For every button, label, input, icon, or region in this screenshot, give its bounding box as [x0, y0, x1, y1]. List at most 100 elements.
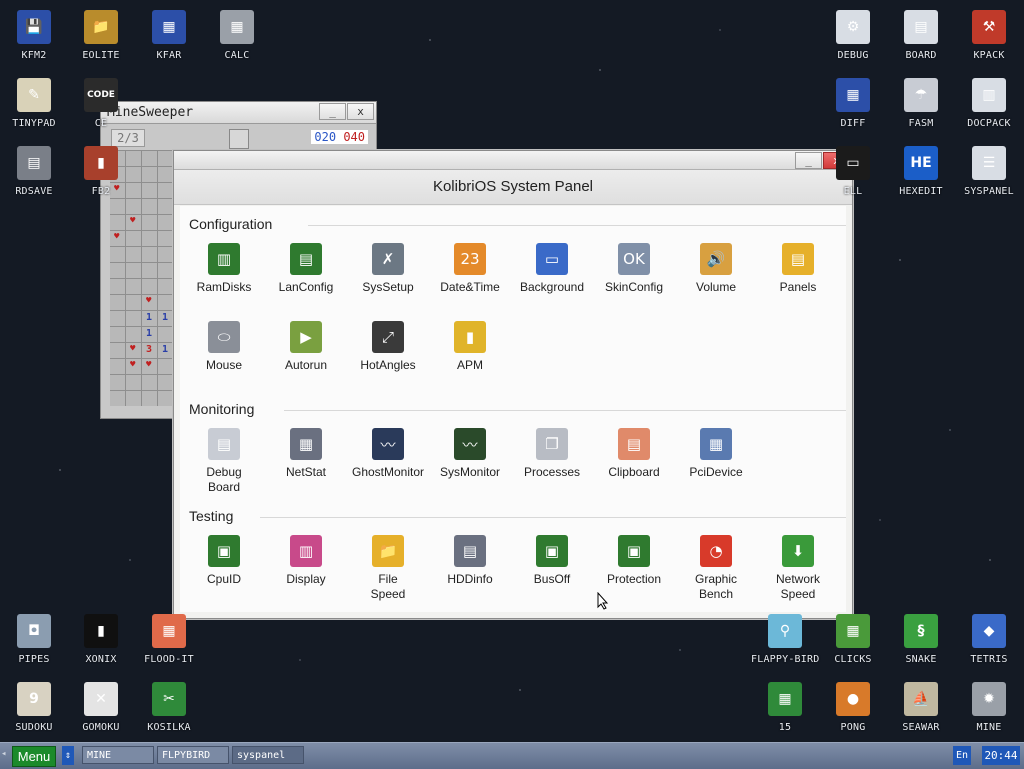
desktop-icon-ell[interactable]: ▭ ELL	[819, 146, 887, 197]
desktop-icon-flood-it[interactable]: ▦ FLOOD-IT	[135, 614, 203, 665]
desktop-icon-fasm[interactable]: ☂ FASM	[887, 78, 955, 129]
new-game-button[interactable]	[229, 129, 249, 149]
desktop-icon-label: KFAR	[156, 50, 182, 61]
desktop-icon-sudoku[interactable]: 9 SUDOKU	[0, 682, 68, 733]
menu-button[interactable]: Menu	[12, 746, 56, 767]
minimize-button[interactable]: _	[795, 152, 822, 169]
desktop-icon-rdsave[interactable]: ▤ RDSAVE	[0, 146, 68, 197]
app-file-speed[interactable]: 📁 File Speed	[347, 535, 429, 602]
app-network-speed[interactable]: ⬇ Network Speed	[757, 535, 839, 602]
debug-board-icon: ▤	[208, 428, 240, 460]
app-processes[interactable]: ❐ Processes	[511, 428, 593, 480]
task-syspanel[interactable]: syspanel	[232, 746, 304, 764]
language-indicator[interactable]: En	[953, 746, 971, 765]
ramdisks-icon: ▥	[208, 243, 240, 275]
desktop-icon-diff[interactable]: ▦ DIFF	[819, 78, 887, 129]
desktop-icon-ce[interactable]: CODE CE	[67, 78, 135, 129]
app-protection[interactable]: ▣ Protection	[593, 535, 675, 587]
desktop-icon-eolite[interactable]: 📁 EOLITE	[67, 10, 135, 61]
desktop-icon-docpack[interactable]: ▥ DOCPACK	[955, 78, 1023, 129]
app-lanconfig[interactable]: ▤ LanConfig	[265, 243, 347, 295]
desktop-icon-tetris[interactable]: ◆ TETRIS	[955, 614, 1023, 665]
desktop-icon-snake[interactable]: § SNAKE	[887, 614, 955, 665]
desktop-icon-kfm2[interactable]: 💾 KFM2	[0, 10, 68, 61]
desktop-icon-debug[interactable]: ⚙ DEBUG	[819, 10, 887, 61]
kfm2-icon: 💾	[17, 10, 51, 44]
desktop-icon-label: KOSILKA	[147, 722, 191, 733]
desktop-icon-label: CE	[94, 118, 108, 129]
desktop-icon-15[interactable]: ▦ 15	[751, 682, 819, 733]
app-sysmonitor[interactable]: 〰 SysMonitor	[429, 428, 511, 480]
system-panel-titlebar[interactable]: _ x	[174, 151, 852, 170]
app-skinconfig[interactable]: OK SkinConfig	[593, 243, 675, 295]
system-panel-window[interactable]: _ x KolibriOS System Panel Configuration…	[173, 150, 853, 619]
app-busoff[interactable]: ▣ BusOff	[511, 535, 593, 587]
kosilka-icon: ✂	[152, 682, 186, 716]
desktop-icon-label: FASM	[908, 118, 934, 129]
app-mouse[interactable]: ⬭ Mouse	[183, 321, 265, 373]
desktop-icon-hexedit[interactable]: HE HEXEDIT	[887, 146, 955, 197]
desktop-icon-label: ELL	[843, 186, 863, 197]
ce-icon: CODE	[84, 78, 118, 112]
app-apm[interactable]: ▮ APM	[429, 321, 511, 373]
desktop-icon-kosilka[interactable]: ✂ KOSILKA	[135, 682, 203, 733]
app-debug-board[interactable]: ▤ Debug Board	[183, 428, 265, 495]
volume-icon: 🔊	[700, 243, 732, 275]
app-label: Background	[519, 280, 585, 294]
app-netstat[interactable]: ▦ NetStat	[265, 428, 347, 480]
minimize-button[interactable]: _	[319, 103, 346, 120]
app-label: GhostMonitor	[351, 465, 425, 479]
app-syssetup[interactable]: ✗ SysSetup	[347, 243, 429, 295]
desktop-icon-flappy-bird[interactable]: ⚲ FLAPPY-BIRD	[751, 614, 819, 665]
app-graphic-bench[interactable]: ◔ Graphic Bench	[675, 535, 757, 602]
desktop-icon-kpack[interactable]: ⚒ KPACK	[955, 10, 1023, 61]
app-ghostmonitor[interactable]: 〰 GhostMonitor	[347, 428, 429, 480]
desktop-icon-label: SNAKE	[905, 654, 937, 665]
section-divider	[260, 517, 846, 518]
desktop-icon-pipes[interactable]: ◘ PIPES	[0, 614, 68, 665]
desktop-icon-tinypad[interactable]: ✎ TINYPAD	[0, 78, 68, 129]
desktop-icon-xonix[interactable]: ▮ XONIX	[67, 614, 135, 665]
app-clipboard[interactable]: ▤ Clipboard	[593, 428, 675, 480]
app-label: HotAngles	[360, 358, 416, 372]
pipes-icon: ◘	[17, 614, 51, 648]
minesweeper-toolbar: 2/3 020 040	[101, 124, 376, 149]
desktop-icon-board[interactable]: ▤ BOARD	[887, 10, 955, 61]
app-display[interactable]: ▥ Display	[265, 535, 347, 587]
desktop-icon-mine[interactable]: ✹ MINE	[955, 682, 1023, 733]
app-pcidevice[interactable]: ▦ PciDevice	[675, 428, 757, 480]
app-label: NetStat	[285, 465, 327, 479]
app-hddinfo[interactable]: ▤ HDDinfo	[429, 535, 511, 587]
app-date-time[interactable]: 23 Date&Time	[429, 243, 511, 295]
desktop-icon-calc[interactable]: ▦ CALC	[203, 10, 271, 61]
minesweeper-titlebar[interactable]: MineSweeper _ x	[101, 102, 376, 124]
clock[interactable]: 20:44	[982, 746, 1020, 765]
desktop-icon-clicks[interactable]: ▦ CLICKS	[819, 614, 887, 665]
app-autorun[interactable]: ▶ Autorun	[265, 321, 347, 373]
desktop-icon-syspanel[interactable]: ☰ SYSPANEL	[955, 146, 1023, 197]
desktop-icon-gomoku[interactable]: ✕ GOMOKU	[67, 682, 135, 733]
desktop-icon-seawar[interactable]: ⛵ SEAWAR	[887, 682, 955, 733]
app-background[interactable]: ▭ Background	[511, 243, 593, 295]
task-mine[interactable]: MINE	[82, 746, 154, 764]
task-flpybird[interactable]: FLPYBIRD	[157, 746, 229, 764]
switch-icon[interactable]: ⇕	[62, 746, 74, 765]
desktop-icon-kfar[interactable]: ▦ KFAR	[135, 10, 203, 61]
syspanel-icon: ☰	[972, 146, 1006, 180]
clipboard-icon: ▤	[618, 428, 650, 460]
eolite-icon: 📁	[84, 10, 118, 44]
flag-icon: ♥	[146, 296, 152, 306]
mine-number: 1	[162, 344, 169, 355]
app-cpuid[interactable]: ▣ CpuID	[183, 535, 265, 587]
app-hotangles[interactable]: ⤢ HotAngles	[347, 321, 429, 373]
app-volume[interactable]: 🔊 Volume	[675, 243, 757, 295]
flag-icon: ♥	[130, 216, 136, 226]
app-panels[interactable]: ▤ Panels	[757, 243, 839, 295]
app-ramdisks[interactable]: ▥ RamDisks	[183, 243, 265, 295]
panels-icon: ▤	[782, 243, 814, 275]
desktop-icon-fb2[interactable]: ▮ FB2	[67, 146, 135, 197]
desktop-icon-pong[interactable]: ● PONG	[819, 682, 887, 733]
fasm-icon: ☂	[904, 78, 938, 112]
scroll-left-icon[interactable]: ◂	[1, 749, 6, 759]
close-button[interactable]: x	[347, 103, 374, 120]
